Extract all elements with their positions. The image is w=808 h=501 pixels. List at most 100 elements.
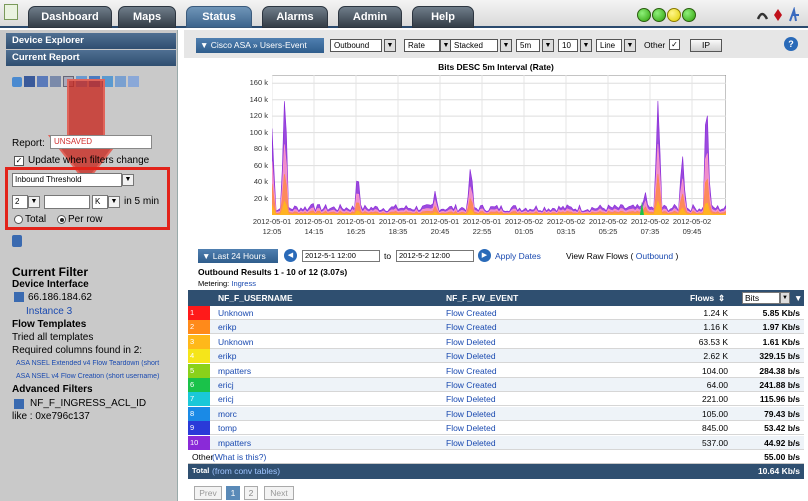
table-row[interactable]: 9 tomp Flow Deleted 845.00 53.42 b/s [188,421,804,436]
chart-style-select[interactable]: Stacked [450,39,498,52]
page-2-button[interactable]: 2 [244,486,258,500]
app-logo-icon[interactable] [4,4,18,20]
chevron-down-icon[interactable]: ▼ [624,39,636,52]
conv-tables-link[interactable]: (from conv tables) [212,464,280,478]
breadcrumb[interactable]: ▼ Cisco ASA » Users-Event [196,38,324,53]
threshold-number-select[interactable]: 2 [12,195,28,209]
table-row[interactable]: 4 erikp Flow Deleted 2.62 K 329.15 b/s [188,349,804,364]
chevron-down-icon[interactable]: ▼ [542,39,554,52]
event-cell[interactable]: Flow Deleted [446,349,496,363]
page-1-button[interactable]: 1 [226,486,240,500]
total-bits: 10.64 Kb/s [757,466,800,476]
event-cell[interactable]: Flow Deleted [446,421,496,435]
device-explorer-header[interactable]: Device Explorer [6,33,176,49]
table-row[interactable]: 3 Unknown Flow Deleted 63.53 K 1.61 Kb/s [188,334,804,349]
metering-value[interactable]: Ingress [231,279,256,288]
count-select[interactable]: 10 [558,39,578,52]
calendar-icon[interactable] [37,76,48,87]
event-cell[interactable]: Flow Deleted [446,392,496,406]
bits-column-select[interactable]: Bits [742,292,780,304]
date-from-input[interactable]: 2012-5-1 12:00 [302,250,380,262]
current-report-header[interactable]: Current Report [6,50,176,66]
radio-per-row[interactable] [57,215,66,224]
prev-page-button[interactable]: Prev [194,486,222,500]
threshold-value-input[interactable] [44,195,90,209]
chevron-down-icon[interactable]: ▼ [108,196,120,208]
event-cell[interactable]: Flow Created [446,320,497,334]
next-range-icon[interactable]: ▶ [478,249,491,262]
table-row[interactable]: 2 erikp Flow Created 1.16 K 1.97 Kb/s [188,320,804,335]
username-cell[interactable]: ericj [218,378,234,392]
csv-icon[interactable] [128,76,139,87]
metric-select[interactable]: Rate [404,39,440,52]
event-cell[interactable]: Flow Created [446,306,497,320]
header-tools-icon[interactable] [756,7,804,23]
table-row[interactable]: 10 mpatters Flow Deleted 537.00 44.92 b/s [188,435,804,450]
column-menu-icon[interactable]: ▼ [794,290,802,306]
apply-dates-link[interactable]: Apply Dates [495,251,541,261]
chart-type-select[interactable]: Line [596,39,622,52]
col-username-header[interactable]: NF_F_USERNAME [218,290,293,306]
save-icon[interactable] [24,76,35,87]
y-tick-label: 160 k [249,78,268,88]
chevron-down-icon[interactable]: ▼ [122,174,134,186]
delete-report-icon[interactable] [12,235,22,247]
username-cell[interactable]: Unknown [218,335,253,349]
table-row[interactable]: 5 mpatters Flow Created 104.00 284.38 b/s [188,363,804,378]
username-cell[interactable]: mpatters [218,364,251,378]
tab-help[interactable]: Help [412,6,474,28]
event-cell[interactable]: Flow Deleted [446,436,496,450]
table-row[interactable]: 7 ericj Flow Deleted 221.00 115.96 b/s [188,392,804,407]
threshold-unit-select[interactable]: K [92,195,108,209]
username-cell[interactable]: erikp [218,320,236,334]
tab-dashboard[interactable]: Dashboard [28,6,112,28]
chevron-down-icon[interactable]: ▼ [780,292,790,304]
report-name-field[interactable]: UNSAVED [50,135,152,149]
ip-button[interactable]: IP [690,39,722,52]
what-is-this-link[interactable]: (What is this?) [212,450,266,464]
table-row[interactable]: 6 ericj Flow Created 64.00 241.88 b/s [188,378,804,392]
other-checkbox[interactable]: ✓ [669,39,680,50]
direction-select[interactable]: Outbound [330,39,382,52]
username-cell[interactable]: mpatters [218,436,251,450]
time-range-select[interactable]: ▼ Last 24 Hours [198,249,278,263]
tab-alarms[interactable]: Alarms [262,6,328,28]
update-checkbox[interactable]: ✓ [14,156,24,166]
event-cell[interactable]: Flow Created [446,378,497,392]
row-color-swatch: 3 [188,334,210,349]
outbound-raw-link[interactable]: Outbound [636,251,673,261]
tab-admin[interactable]: Admin [338,6,402,28]
event-cell[interactable]: Flow Deleted [446,407,496,421]
rss-icon[interactable] [12,77,22,87]
chevron-down-icon[interactable]: ▼ [580,39,592,52]
username-cell[interactable]: erikp [218,349,236,363]
table-row[interactable]: 8 morc Flow Deleted 105.00 79.43 b/s [188,406,804,421]
username-cell[interactable]: tomp [218,421,237,435]
template-link-1[interactable]: ASA NSEL Extended v4 Flow Teardown (shor… [16,360,178,367]
chevron-down-icon[interactable]: ▼ [28,196,40,208]
filter-icon[interactable] [14,399,24,409]
interval-select[interactable]: 5m [516,39,540,52]
chevron-down-icon[interactable]: ▼ [500,39,512,52]
col-flows-header[interactable]: Flows [690,290,714,306]
instance-link[interactable]: Instance 3 [26,306,72,317]
template-link-2[interactable]: ASA NSEL v4 Flow Creation (short usernam… [16,373,178,380]
username-cell[interactable]: Unknown [218,306,253,320]
username-cell[interactable]: ericj [218,392,234,406]
sort-icon[interactable]: ⇕ [718,290,725,306]
traffic-chart[interactable] [272,75,726,215]
date-to-input[interactable]: 2012-5-2 12:00 [396,250,474,262]
tab-status[interactable]: Status [186,6,252,28]
username-cell[interactable]: morc [218,407,237,421]
radio-total[interactable] [14,215,23,224]
help-icon[interactable]: ? [784,37,798,51]
threshold-select[interactable]: Inbound Threshold [12,173,122,187]
event-cell[interactable]: Flow Created [446,364,497,378]
tab-maps[interactable]: Maps [118,6,176,28]
event-cell[interactable]: Flow Deleted [446,335,496,349]
chevron-down-icon[interactable]: ▼ [384,39,396,52]
next-page-button[interactable]: Next [264,486,294,500]
table-row[interactable]: 1 Unknown Flow Created 1.24 K 5.85 Kb/s [188,306,804,320]
col-event-header[interactable]: NF_F_FW_EVENT [446,290,518,306]
prev-range-icon[interactable]: ◀ [284,249,297,262]
